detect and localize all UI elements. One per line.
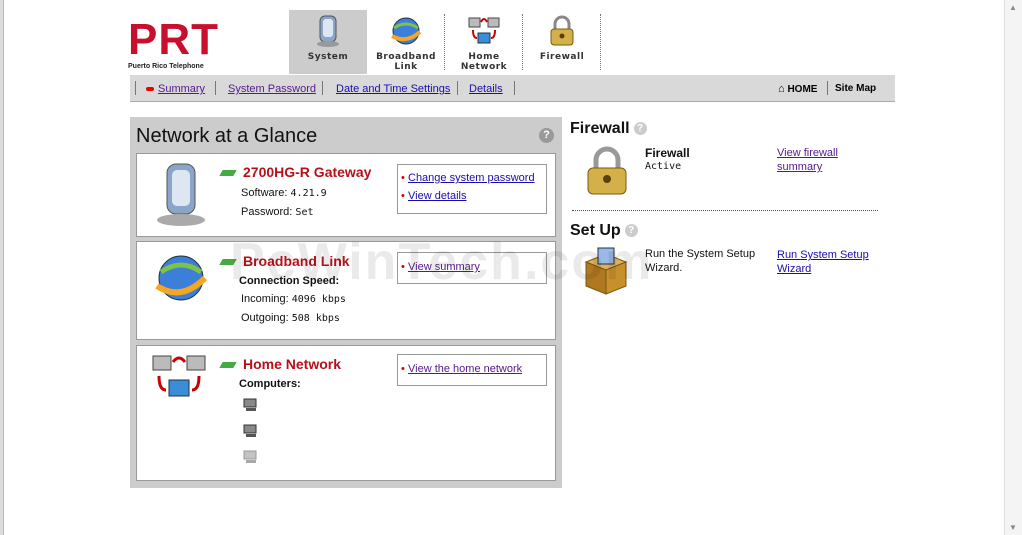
watermark: PcWinTech.com [230, 233, 654, 291]
incoming-label: Incoming: [241, 293, 289, 305]
firewall-title: Firewall [570, 120, 630, 137]
tab-broadband-link[interactable]: Broadband Link [367, 10, 445, 74]
tab-home-network[interactable]: Home Network [445, 10, 523, 74]
software-value: 4.21.9 [290, 188, 327, 199]
subnav-summary[interactable]: Summary [146, 83, 205, 95]
padlock-icon [587, 146, 627, 195]
gateway-links-box: Change system password View details [397, 164, 547, 214]
diamond-bullet-icon [219, 362, 237, 369]
gateway-name: 2700HG-R Gateway [243, 164, 372, 180]
view-firewall-summary-link[interactable]: View firewall summary [777, 146, 877, 174]
tab-system-label: System [307, 52, 349, 62]
section-divider [572, 210, 878, 211]
home-link-label: HOME [787, 84, 818, 95]
sub-nav: Summary System Password Date and Time Se… [130, 75, 895, 102]
computer-icon [243, 424, 257, 437]
subnav-summary-label: Summary [158, 83, 206, 95]
tab-broadband-label-1: Broadband [376, 52, 436, 62]
firewall-label: Firewall [645, 146, 690, 160]
padlock-icon [550, 15, 574, 46]
help-icon[interactable]: ? [633, 122, 647, 136]
main-nav: System Broadband Link Home Network Firew… [289, 10, 601, 74]
diamond-bullet-icon [219, 170, 237, 177]
run-setup-wizard-link[interactable]: Run System Setup Wizard [777, 248, 877, 276]
password-row: Password: Set [241, 206, 313, 218]
panel-title: Network at a Glance [136, 125, 318, 147]
computer-icon [243, 398, 257, 411]
home-network-heading: Home Network [219, 356, 342, 372]
computers-label: Computers: [239, 378, 301, 390]
subnav-divider [827, 81, 828, 95]
tab-home-label-2: Network [460, 62, 508, 72]
firewall-status: Active [645, 161, 682, 172]
password-label: Password: [241, 206, 293, 218]
subnav-system-password[interactable]: System Password [228, 83, 316, 95]
network-at-a-glance-panel: Network at a Glance ? 2700HG-R Gateway S… [130, 117, 562, 488]
gateway-card: 2700HG-R Gateway Software: 4.21.9 Passwo… [136, 153, 556, 237]
view-details-link[interactable]: View details [398, 187, 546, 205]
house-icon: ⌂ [778, 83, 785, 95]
logo-letters: PRT [128, 15, 219, 64]
help-icon[interactable]: ? [539, 128, 554, 143]
subnav-divider [457, 81, 458, 95]
subnav-divider [215, 81, 216, 95]
prt-logo[interactable]: PRT Puerto Rico Telephone [128, 18, 238, 72]
outgoing-row: Outgoing: 508 kbps [241, 312, 340, 324]
scroll-up-arrow-icon[interactable]: ▲ [1009, 3, 1017, 12]
gateway-heading: 2700HG-R Gateway [219, 164, 372, 180]
tab-firewall[interactable]: Firewall [523, 10, 601, 74]
home-network-card: Home Network Computers: View the home ne… [136, 345, 556, 481]
software-row: Software: 4.21.9 [241, 187, 327, 199]
password-value: Set [295, 207, 314, 218]
window-frame-left [0, 0, 4, 535]
tab-firewall-label: Firewall [539, 52, 585, 62]
scroll-down-arrow-icon[interactable]: ▼ [1009, 523, 1017, 532]
software-label: Software: [241, 187, 288, 199]
home-network-name: Home Network [243, 356, 342, 372]
globe-icon [155, 255, 208, 301]
change-system-password-link[interactable]: Change system password [398, 169, 546, 187]
firewall-section: Firewall? [570, 120, 647, 138]
tab-system[interactable]: System [289, 10, 367, 74]
home-network-icon [152, 355, 206, 397]
gateway-device-icon [317, 15, 339, 47]
outgoing-label: Outgoing: [241, 312, 289, 324]
home-link[interactable]: ⌂ HOME [778, 83, 817, 95]
incoming-row: Incoming: 4096 kbps [241, 293, 346, 305]
home-network-links-box: View the home network [397, 354, 547, 386]
logo-subtitle: Puerto Rico Telephone [128, 63, 204, 70]
subnav-details[interactable]: Details [469, 83, 503, 95]
tab-broadband-label-2: Link [394, 62, 418, 72]
tab-home-label-1: Home [468, 52, 500, 62]
setup-text: Run the System Setup Wizard. [645, 248, 756, 274]
incoming-value: 4096 kbps [291, 294, 346, 305]
subnav-divider [322, 81, 323, 95]
computer-icon [243, 450, 257, 463]
view-home-network-link[interactable]: View the home network [398, 360, 546, 378]
site-map-link[interactable]: Site Map [835, 83, 876, 94]
subnav-date-time-settings[interactable]: Date and Time Settings [336, 83, 450, 95]
globe-icon [391, 17, 422, 45]
vertical-scrollbar[interactable]: ▲ ▼ [1004, 0, 1022, 535]
gateway-device-icon [157, 163, 205, 226]
current-page-marker-icon [146, 87, 154, 92]
subnav-divider [135, 81, 136, 95]
outgoing-value: 508 kbps [291, 313, 340, 324]
home-network-icon [468, 17, 500, 44]
subnav-divider [514, 81, 515, 95]
